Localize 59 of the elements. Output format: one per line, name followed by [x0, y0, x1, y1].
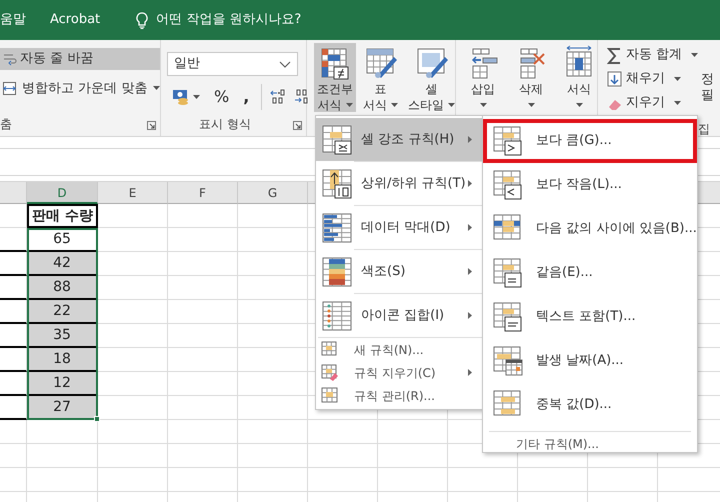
button-label: 삽입 — [471, 81, 495, 97]
button-label: 서식 — [318, 97, 342, 113]
table-cell: 18 — [27, 348, 98, 372]
button-label: 필 — [701, 88, 714, 104]
percent-button[interactable]: % — [211, 84, 232, 110]
ribbon-button[interactable]: 표 서식 — [360, 43, 401, 112]
button-label: 삭제 — [519, 81, 543, 97]
menu-item[interactable]: 규칙 관리(R)... — [316, 384, 482, 407]
table-cell: 35 — [27, 324, 98, 348]
menu-item[interactable]: 색조(S) — [316, 250, 482, 293]
number-format-dropdown[interactable]: 일반 — [167, 52, 298, 76]
button-label: 서식 — [363, 97, 387, 113]
group-label: 집 — [698, 121, 710, 136]
table-cell: 판매 수량 — [27, 204, 98, 228]
menu-item[interactable]: 다음 값의 사이에 있음(B)... — [483, 207, 697, 251]
ribbon-button[interactable]: 서식 — [560, 43, 598, 112]
ribbon-button[interactable]: 채우기 — [604, 68, 702, 90]
comma-button[interactable]: , — [240, 84, 262, 110]
menu-item[interactable]: 텍스트 포함(T)... — [483, 295, 697, 339]
menu-item[interactable]: 같음(E)... — [483, 251, 697, 295]
menu-item[interactable]: 새 규칙(N)... — [316, 338, 482, 361]
button-label: 서식 — [567, 81, 591, 97]
column-header[interactable]: F — [168, 182, 238, 204]
ribbon-button[interactable]: 조건부 서식 — [314, 43, 356, 112]
menu-item[interactable]: 아이콘 집합(I) — [316, 294, 482, 337]
button-label: 정 — [701, 72, 714, 88]
wrap-text-button[interactable]: 자동 줄 바꿈 — [0, 48, 160, 70]
group-label: 표시 형식 — [199, 116, 251, 133]
ribbon-button[interactable]: 지우기 — [604, 92, 702, 114]
table-cell: 88 — [27, 276, 98, 300]
menu-tab[interactable]: 움말 — [0, 10, 26, 30]
menu-item[interactable]: 중복 값(D)... — [483, 383, 697, 427]
merge-center-button[interactable]: 병합하고 가운데 맞춤 — [0, 78, 160, 99]
button-label: 스타일 — [408, 97, 444, 113]
format-value: 일반 — [174, 55, 200, 74]
menu-item[interactable]: 규칙 지우기(C) — [316, 361, 482, 384]
menu-item[interactable]: 데이터 막대(D) — [316, 206, 482, 249]
menu-item[interactable]: 상위/하위 규칙(T) — [316, 162, 482, 205]
ribbon-button[interactable]: 삽입 — [464, 43, 502, 112]
menu-item[interactable]: 보다 큼(G)... — [483, 119, 697, 163]
group-label: 춤 — [0, 116, 12, 133]
menu-tab[interactable]: Acrobat — [50, 10, 100, 30]
menu-item[interactable]: 기타 규칙(M)... — [483, 432, 697, 456]
button-label: 조건부 — [317, 81, 353, 97]
menu-item[interactable]: 셀 강조 규칙(H) — [316, 118, 482, 161]
column-header[interactable]: E — [98, 182, 168, 204]
tell-me-search[interactable]: 어떤 작업을 원하시나요? — [156, 10, 302, 30]
ribbon-button[interactable]: 자동 합계 — [604, 44, 702, 66]
table-cell: 22 — [27, 300, 98, 324]
column-header[interactable]: G — [238, 182, 308, 204]
button-label: 표 — [374, 81, 386, 97]
ribbon-button[interactable]: 삭제 — [512, 43, 550, 112]
ribbon-button[interactable]: 셀 스타일 — [405, 43, 458, 112]
table-cell: 12 — [27, 372, 98, 396]
menu-item[interactable]: 보다 작음(L)... — [483, 163, 697, 207]
table-cell: 42 — [27, 252, 98, 276]
menu-item[interactable]: 발생 날짜(A)... — [483, 339, 697, 383]
column-header[interactable]: D — [27, 182, 98, 204]
button-label: 셀 — [426, 81, 438, 97]
